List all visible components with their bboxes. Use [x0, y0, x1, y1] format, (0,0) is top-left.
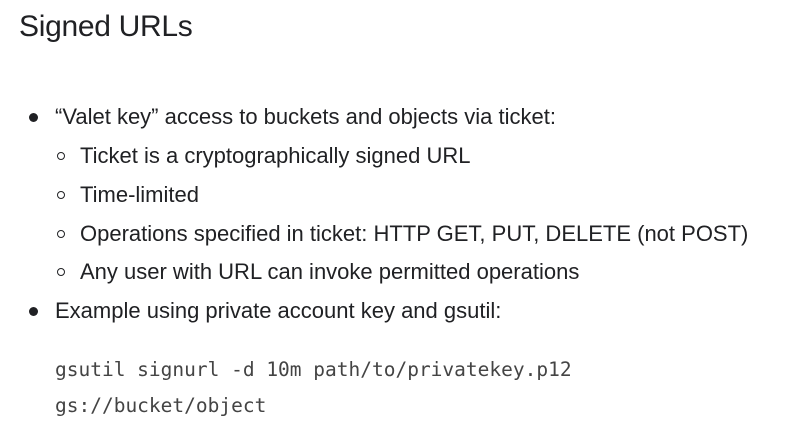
code-line: gsutil signurl -d 10m path/to/privatekey…	[55, 358, 572, 381]
bullet-text: Example using private account key and gs…	[55, 298, 502, 323]
slide-title: Signed URLs	[19, 10, 193, 43]
code-line: gs://bucket/object	[55, 394, 267, 417]
sub-bullet-text: Any user with URL can invoke permitted o…	[80, 259, 580, 284]
bullet-dot-icon	[29, 306, 38, 316]
bullet-example: Example using private account key and gs…	[29, 296, 501, 326]
hollow-circle-icon	[57, 268, 65, 276]
sub-bullet-signed-url: Ticket is a cryptographically signed URL	[57, 141, 470, 171]
sub-bullet-text: Time-limited	[80, 182, 199, 207]
hollow-circle-icon	[57, 152, 65, 160]
sub-bullet-time-limited: Time-limited	[57, 180, 199, 210]
hollow-circle-icon	[57, 191, 65, 199]
bullet-dot-icon	[29, 112, 38, 122]
bullet-text: “Valet key” access to buckets and object…	[55, 104, 556, 129]
sub-bullet-text: Ticket is a cryptographically signed URL	[80, 143, 471, 168]
hollow-circle-icon	[57, 230, 65, 238]
sub-bullet-text: Operations specified in ticket: HTTP GET…	[80, 221, 749, 246]
code-block: gsutil signurl -d 10m path/to/privatekey…	[55, 352, 572, 424]
slide: Signed URLs “Valet key” access to bucket…	[0, 0, 789, 433]
bullet-valet-key: “Valet key” access to buckets and object…	[29, 102, 556, 132]
sub-bullet-any-user: Any user with URL can invoke permitted o…	[57, 257, 579, 287]
sub-bullet-operations: Operations specified in ticket: HTTP GET…	[57, 219, 748, 249]
